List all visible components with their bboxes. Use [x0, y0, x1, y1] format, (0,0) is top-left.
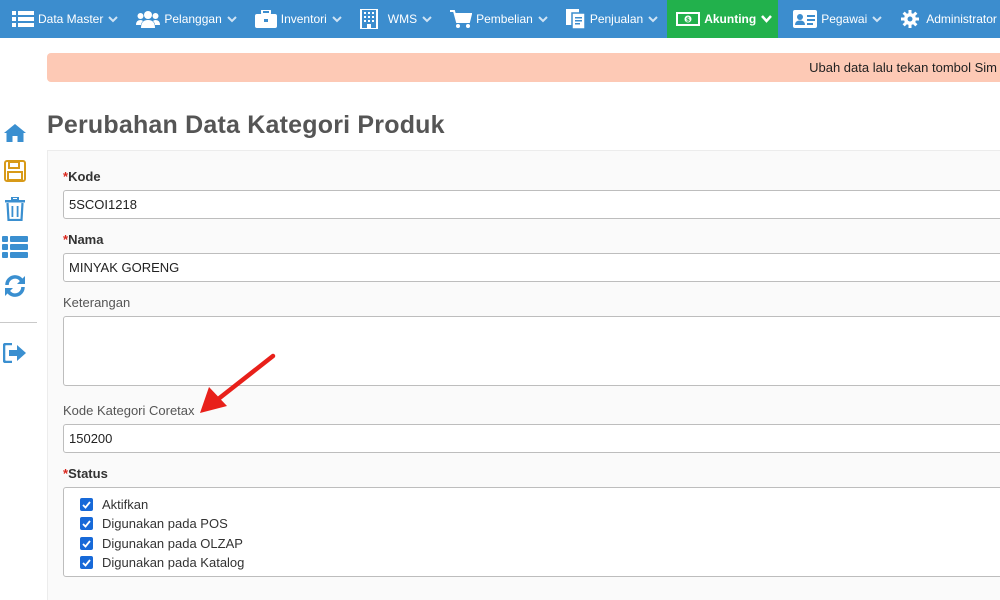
nama-label-text: Nama: [68, 232, 104, 247]
trash-icon: [5, 195, 25, 226]
nav-data-master[interactable]: Data Master: [0, 0, 127, 38]
checkbox-label: Digunakan pada Katalog: [102, 555, 245, 570]
list-icon: [12, 10, 34, 28]
info-alert: Ubah data lalu tekan tombol Sim: [47, 53, 1000, 82]
kode-label-text: Kode: [68, 169, 101, 184]
status-option-aktifkan[interactable]: Aktifkan: [80, 497, 148, 512]
nama-input[interactable]: MINYAK GORENG: [63, 253, 1000, 282]
chevron-down-icon: [538, 15, 548, 23]
checkbox-checked[interactable]: [80, 537, 93, 550]
checkbox-label: Aktifkan: [102, 497, 149, 512]
status-options: Aktifkan Digunakan pada POS Digunakan pa…: [63, 487, 1000, 577]
svg-text:$: $: [686, 17, 690, 24]
status-option-katalog[interactable]: Digunakan pada Katalog: [80, 555, 244, 570]
delete-button[interactable]: [2, 195, 28, 226]
home-icon: [3, 123, 27, 148]
annotation-arrow: [195, 350, 280, 423]
nav-akunting[interactable]: $ Akunting: [667, 0, 779, 38]
nav-label: Akunting: [704, 12, 757, 26]
document-icon: [565, 9, 586, 29]
chevron-down-icon: [108, 15, 119, 23]
id-card-icon: [793, 10, 818, 28]
checkbox-checked[interactable]: [80, 517, 93, 530]
coretax-input[interactable]: 150200: [63, 424, 1000, 453]
nav-pelanggan[interactable]: Pelanggan: [127, 0, 245, 38]
nav-label: Penjualan: [589, 12, 644, 26]
nama-label: *Nama: [63, 232, 103, 247]
building-icon: [359, 9, 378, 29]
chevron-down-icon: [761, 15, 773, 23]
save-button[interactable]: [2, 159, 28, 187]
kode-label: *Kode: [63, 169, 101, 184]
chevron-down-icon: [872, 15, 882, 23]
briefcase-icon: [254, 10, 277, 28]
checkbox-checked[interactable]: [80, 556, 93, 569]
checkbox-label: Digunakan pada POS: [102, 516, 228, 531]
sign-out-icon: [2, 342, 27, 368]
nav-penjualan[interactable]: Penjualan: [557, 0, 667, 38]
chevron-down-icon: [422, 15, 432, 23]
list-icon: [2, 235, 28, 263]
home-button[interactable]: [2, 122, 28, 148]
nav-label: Inventori: [280, 12, 327, 26]
checkbox-checked[interactable]: [80, 498, 93, 511]
chevron-down-icon: [648, 15, 658, 23]
chevron-down-icon: [332, 15, 342, 23]
gear-icon: [901, 10, 920, 28]
nav-label: Pelanggan: [164, 12, 222, 26]
status-option-pos[interactable]: Digunakan pada POS: [80, 516, 228, 531]
nav-pegawai[interactable]: Pegawai: [778, 0, 891, 38]
cart-icon: [450, 10, 473, 28]
coretax-label: Kode Kategori Coretax: [63, 403, 195, 418]
money-icon: $: [676, 11, 701, 27]
nav-administrator[interactable]: Administrator: [891, 0, 1000, 38]
status-option-olzap[interactable]: Digunakan pada OLZAP: [80, 536, 243, 551]
logout-button[interactable]: [2, 342, 28, 368]
refresh-icon: [3, 274, 27, 303]
page-title: Perubahan Data Kategori Produk: [47, 111, 445, 139]
checkbox-label: Digunakan pada OLZAP: [102, 536, 243, 551]
nav-label: Pegawai: [821, 12, 868, 26]
refresh-button[interactable]: [2, 274, 28, 303]
nav-label: Administrator: [926, 12, 997, 26]
users-icon: [136, 10, 161, 28]
status-label-text: Status: [68, 466, 108, 481]
list-button[interactable]: [2, 235, 28, 263]
sidebar-divider: [0, 322, 37, 323]
top-navigation: Data Master Pelanggan Inventori WMS Pemb…: [0, 0, 1000, 38]
nav-inventori[interactable]: Inventori: [246, 0, 351, 38]
kode-input[interactable]: 5SCOI1218: [63, 190, 1000, 219]
nav-label: Pembelian: [476, 12, 533, 26]
nav-label: Data Master: [38, 12, 104, 26]
nav-wms[interactable]: WMS: [351, 0, 441, 38]
nav-label: WMS: [387, 12, 418, 26]
nav-pembelian[interactable]: Pembelian: [441, 0, 557, 38]
save-icon: [4, 159, 26, 187]
chevron-down-icon: [227, 15, 237, 23]
status-label: *Status: [63, 466, 108, 481]
keterangan-label: Keterangan: [63, 295, 131, 310]
